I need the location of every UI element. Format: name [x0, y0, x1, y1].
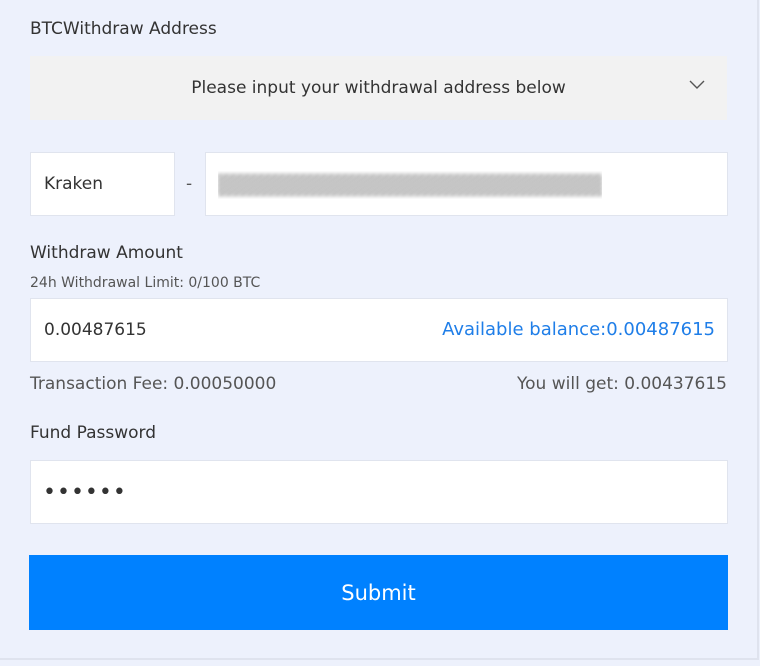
withdraw-address-title: BTCWithdraw Address — [30, 19, 217, 39]
transaction-fee: Transaction Fee: 0.00050000 — [30, 374, 277, 394]
exchange-label-field[interactable]: Kraken — [30, 152, 175, 216]
fund-password-input[interactable]: •••••• — [30, 460, 728, 524]
address-separator: - — [186, 174, 193, 194]
amount-value: 0.00487615 — [44, 320, 147, 340]
address-select-placeholder: Please input your withdrawal address bel… — [191, 78, 566, 98]
chevron-down-icon[interactable] — [689, 78, 705, 90]
withdrawal-limit: 24h Withdrawal Limit: 0/100 BTC — [30, 275, 261, 291]
address-input[interactable] — [205, 152, 728, 216]
submit-button[interactable]: Submit — [29, 555, 728, 630]
address-select[interactable]: Please input your withdrawal address bel… — [30, 56, 727, 120]
you-will-get: You will get: 0.00437615 — [517, 374, 727, 394]
amount-input[interactable]: 0.00487615 Available balance:0.00487615 — [30, 298, 728, 362]
fund-password-masked: •••••• — [43, 479, 127, 505]
withdraw-form: BTCWithdraw Address Please input your wi… — [0, 0, 759, 660]
available-balance-link[interactable]: Available balance:0.00487615 — [442, 319, 715, 340]
exchange-label-text: Kraken — [44, 174, 104, 194]
withdraw-amount-title: Withdraw Amount — [30, 243, 183, 263]
redacted-address — [218, 173, 602, 197]
fund-password-title: Fund Password — [30, 423, 156, 443]
